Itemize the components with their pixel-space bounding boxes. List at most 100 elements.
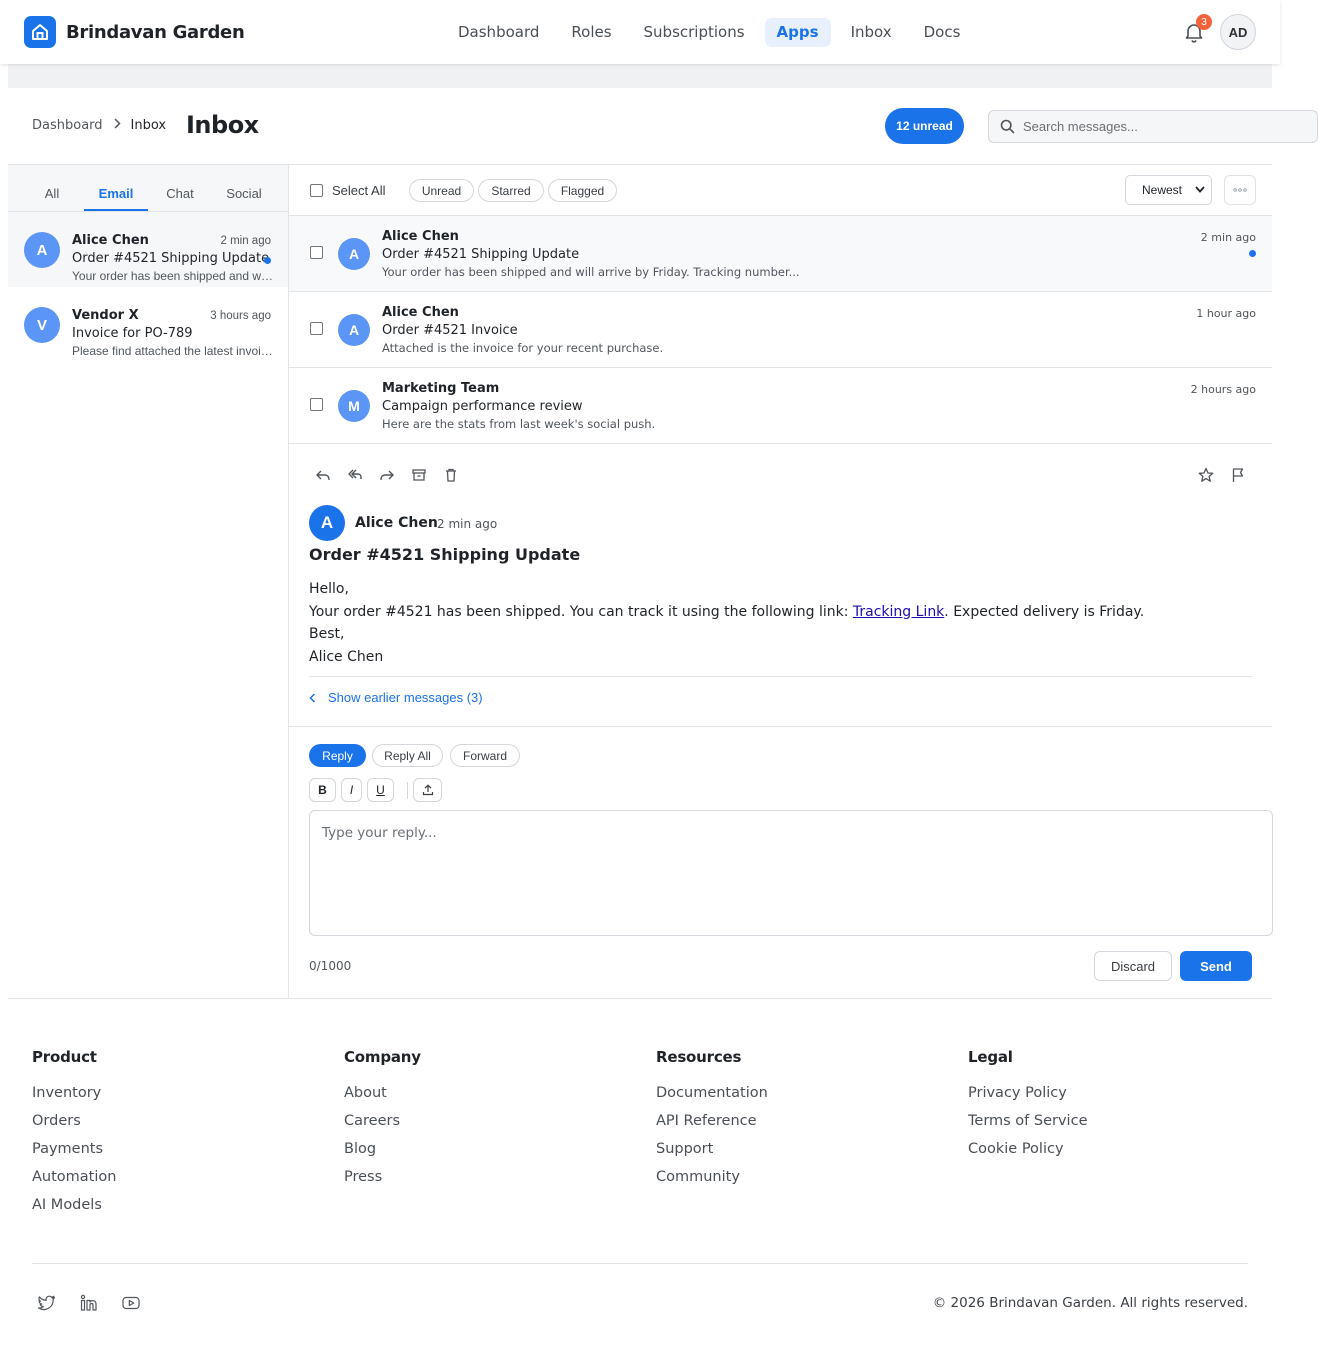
- reply-mode-button[interactable]: Reply: [309, 744, 366, 767]
- footer-link[interactable]: Blog: [344, 1139, 421, 1167]
- footer-link[interactable]: Support: [656, 1139, 768, 1167]
- footer-link[interactable]: Careers: [344, 1111, 421, 1139]
- reader-subject: Order #4521 Shipping Update: [309, 545, 581, 564]
- footer-link[interactable]: Terms of Service: [968, 1111, 1087, 1139]
- message-row[interactable]: M Marketing Team Campaign performance re…: [289, 368, 1272, 444]
- forward-mode-button[interactable]: Forward: [450, 744, 520, 767]
- unread-dot-icon: [1249, 250, 1256, 257]
- trash-icon[interactable]: [442, 466, 460, 484]
- footer-link[interactable]: Documentation: [656, 1083, 768, 1111]
- nav-item-apps[interactable]: Apps: [764, 18, 831, 47]
- filter-flagged-chip[interactable]: Flagged: [548, 179, 617, 202]
- avatar: M: [338, 390, 370, 422]
- sort-select[interactable]: Newest: [1125, 175, 1212, 205]
- more-actions-button[interactable]: [1224, 175, 1256, 205]
- bold-button[interactable]: B: [309, 778, 336, 802]
- italic-button[interactable]: I: [341, 778, 362, 802]
- nav-item-docs[interactable]: Docs: [912, 18, 973, 47]
- chevron-right-icon: [113, 118, 121, 133]
- tab-all[interactable]: All: [20, 165, 84, 211]
- footer-divider: [32, 1263, 1248, 1264]
- forward-icon[interactable]: [378, 466, 396, 484]
- footer-heading: Company: [344, 1048, 421, 1066]
- select-all-checkbox[interactable]: [310, 184, 323, 197]
- footer-link[interactable]: Automation: [32, 1167, 116, 1195]
- avatar: A: [338, 238, 370, 270]
- sort-value: Newest: [1142, 183, 1183, 197]
- select-all-label[interactable]: Select All: [332, 183, 385, 198]
- message-checkbox[interactable]: [310, 322, 323, 335]
- show-earlier-messages-button[interactable]: Show earlier messages (3): [309, 690, 483, 705]
- linkedin-icon[interactable]: [80, 1294, 98, 1312]
- footer-link[interactable]: API Reference: [656, 1111, 768, 1139]
- message-list-toolbar: Select All Unread Starred Flagged Newest: [289, 165, 1272, 216]
- inbox-panel: All Email Chat Social A Alice Chen 2 min…: [8, 164, 1273, 999]
- tab-social[interactable]: Social: [212, 165, 276, 211]
- tab-chat[interactable]: Chat: [148, 165, 212, 211]
- main-nav: Dashboard Roles Subscriptions Apps Inbox…: [446, 18, 980, 47]
- footer-link[interactable]: Payments: [32, 1139, 116, 1167]
- footer-heading: Resources: [656, 1048, 742, 1066]
- underline-button[interactable]: U: [367, 778, 394, 802]
- message-subject: Campaign performance review: [382, 399, 583, 414]
- reply-textarea[interactable]: [309, 810, 1273, 936]
- footer-link[interactable]: Inventory: [32, 1083, 116, 1111]
- avatar: A: [24, 232, 60, 268]
- unread-count-badge[interactable]: 12 unread: [885, 108, 964, 144]
- attach-button[interactable]: [413, 778, 442, 802]
- twitter-icon[interactable]: [37, 1294, 56, 1312]
- message-area: Select All Unread Starred Flagged Newest…: [289, 165, 1273, 999]
- flag-icon[interactable]: [1229, 466, 1247, 484]
- filter-starred-chip[interactable]: Starred: [478, 179, 544, 202]
- page-title: Inbox: [186, 111, 259, 139]
- footer-column-company: Company About Careers Blog Press: [344, 1048, 421, 1195]
- reply-icon[interactable]: [314, 466, 332, 484]
- conversation-preview: Please find attached the latest invoice.: [72, 344, 274, 358]
- tab-email[interactable]: Email: [84, 165, 148, 211]
- reply-composer: Reply Reply All Forward B I U 0/1000 Dis…: [289, 727, 1273, 997]
- footer-link[interactable]: Community: [656, 1167, 768, 1195]
- footer-link[interactable]: Orders: [32, 1111, 116, 1139]
- youtube-icon[interactable]: [122, 1294, 140, 1312]
- message-preview: Attached is the invoice for your recent …: [382, 341, 664, 355]
- send-button[interactable]: Send: [1180, 951, 1252, 981]
- message-checkbox[interactable]: [310, 398, 323, 411]
- brand-name: Brindavan Garden: [66, 21, 245, 43]
- footer-link[interactable]: Privacy Policy: [968, 1083, 1087, 1111]
- message-time: 2 hours ago: [1190, 383, 1256, 396]
- nav-item-dashboard[interactable]: Dashboard: [446, 18, 551, 47]
- discard-button[interactable]: Discard: [1094, 951, 1172, 981]
- filter-unread-chip[interactable]: Unread: [409, 179, 474, 202]
- nav-item-inbox[interactable]: Inbox: [839, 18, 904, 47]
- message-row[interactable]: A Alice Chen Order #4521 Shipping Update…: [289, 216, 1272, 292]
- copyright-text: © 2026 Brindavan Garden. All rights rese…: [932, 1295, 1248, 1311]
- body-text: . Expected delivery is Friday.: [944, 603, 1145, 620]
- breadcrumb-dashboard[interactable]: Dashboard: [32, 118, 103, 133]
- nav-item-subscriptions[interactable]: Subscriptions: [632, 18, 757, 47]
- conversation-sender: Alice Chen: [72, 233, 149, 248]
- reply-all-icon[interactable]: [346, 466, 364, 484]
- archive-icon[interactable]: [410, 466, 428, 484]
- search-icon: [1000, 119, 1015, 134]
- nav-item-roles[interactable]: Roles: [559, 18, 623, 47]
- message-sender: Alice Chen: [382, 305, 459, 320]
- message-checkbox[interactable]: [310, 246, 323, 259]
- reader-body: Hello, Your order #4521 has been shipped…: [309, 578, 1144, 668]
- conversation-time: 3 hours ago: [210, 310, 271, 322]
- reply-all-mode-button[interactable]: Reply All: [372, 744, 443, 767]
- search-input[interactable]: [1023, 119, 1303, 134]
- brand[interactable]: Brindavan Garden: [24, 16, 245, 48]
- footer-heading: Product: [32, 1048, 97, 1066]
- chevron-down-icon: [1195, 186, 1205, 193]
- footer-link[interactable]: AI Models: [32, 1195, 116, 1223]
- footer-link[interactable]: Cookie Policy: [968, 1139, 1087, 1167]
- star-icon[interactable]: [1197, 466, 1215, 484]
- user-avatar[interactable]: AD: [1220, 14, 1256, 50]
- conversation-item[interactable]: A Alice Chen 2 min ago Order #4521 Shipp…: [8, 212, 288, 287]
- message-row[interactable]: A Alice Chen Order #4521 Invoice Attache…: [289, 292, 1272, 368]
- tracking-link[interactable]: Tracking Link: [853, 604, 944, 620]
- brand-logo-icon: [24, 16, 56, 48]
- conversation-item[interactable]: V Vendor X 3 hours ago Invoice for PO-78…: [8, 287, 288, 362]
- footer-link[interactable]: About: [344, 1083, 421, 1111]
- footer-link[interactable]: Press: [344, 1167, 421, 1195]
